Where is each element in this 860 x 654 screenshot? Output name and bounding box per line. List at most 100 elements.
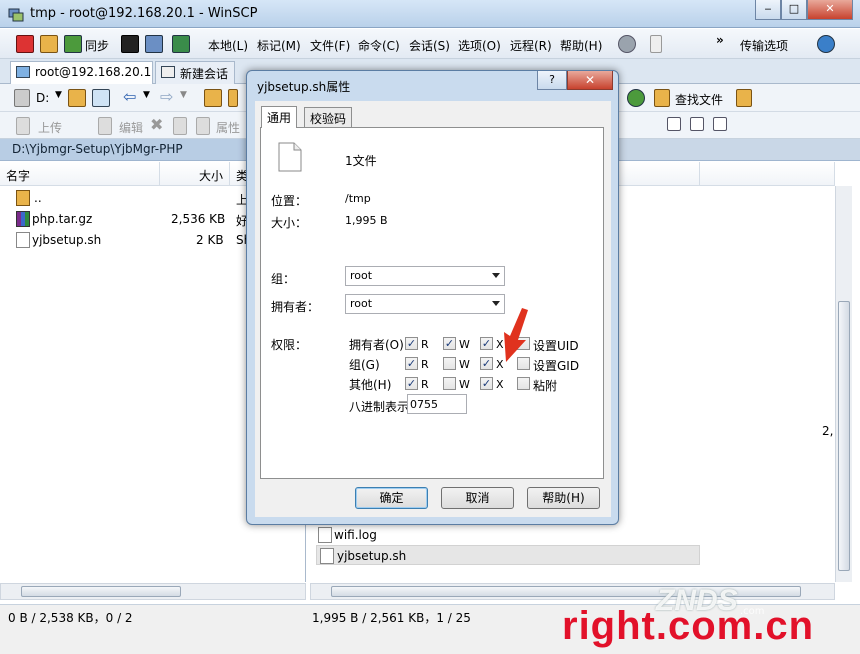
minimize-button[interactable]: ‒ [755,0,781,20]
perm-others-x-checkbox[interactable]: ✓ [480,377,493,390]
menu-options[interactable]: 选项(O) [458,37,501,54]
gear-icon[interactable] [618,35,636,53]
dialog-help-button[interactable]: ? [537,71,567,90]
tab-general[interactable]: 通用 [261,106,298,128]
upload-icon [16,117,30,135]
filter-icon[interactable] [92,89,110,107]
list-item[interactable]: wifi.log [318,525,698,545]
file-name: wifi.log [334,528,377,542]
find-files-icon [654,89,670,107]
group-label: 组： [271,272,296,286]
separator [271,324,593,325]
menu-toolbar: 同步 本地(L) 标记(M) 文件(F) 命令(C) 会话(S) 选项(O) 远… [0,29,860,59]
terminal-icon[interactable] [121,35,139,53]
perm-others-r-label: R [421,378,429,391]
filter-select-icon[interactable] [713,117,727,131]
octal-input[interactable]: 0755 [407,394,467,414]
toolbar-overflow[interactable]: » [716,33,724,47]
plus-icon[interactable] [667,117,681,131]
root-dir-icon[interactable] [228,89,238,107]
tab-new-session-label: 新建会话 [180,67,229,81]
tab-session[interactable]: root@192.168.20.1 [10,61,153,84]
dialog-close-button[interactable]: ✕ [567,71,613,90]
file-count: 1文件 [345,154,377,168]
owner-select[interactable]: root [345,294,505,314]
octal-label: 八进制表示 [349,400,410,414]
edit-icon [98,117,112,135]
open-folder-icon[interactable] [68,89,86,107]
list-item-selected[interactable]: yjbsetup.sh [316,545,700,565]
ok-button[interactable]: 确定 [355,487,428,509]
menu-files[interactable]: 文件(F) [310,37,350,54]
close-button[interactable]: ✕ [807,0,853,20]
forward-dropdown-icon[interactable]: ▼ [180,90,187,100]
remote-vscrollbar[interactable] [835,186,852,582]
sync-browse-icon[interactable] [40,35,58,53]
file-name: php.tar.gz [32,212,93,226]
clipboard-icon[interactable] [650,35,662,53]
find-files-button[interactable]: 查找文件 [675,91,723,108]
perm-group-x-checkbox[interactable]: ✓ [480,357,493,370]
back-dropdown-icon[interactable]: ▼ [143,90,150,100]
menu-local[interactable]: 本地(L) [208,37,248,54]
perm-owner-w-checkbox[interactable]: ✓ [443,337,456,350]
group-select[interactable]: root [345,266,505,286]
menu-help[interactable]: 帮助(H) [560,37,602,54]
queue-icon[interactable] [172,35,190,53]
putty-icon[interactable] [145,35,163,53]
forward-icon[interactable]: ⇨ [160,87,173,106]
minus-icon[interactable] [690,117,704,131]
drive-dropdown-icon[interactable]: ▼ [55,90,62,100]
perm-others-x-label: X [496,378,504,391]
parent-dir-icon[interactable] [204,89,222,107]
remote-vscroll-thumb[interactable] [838,301,850,571]
column-size[interactable]: 大小 [160,162,230,186]
perm-others-r-checkbox[interactable]: ✓ [405,377,418,390]
local-hscroll-thumb[interactable] [21,586,181,597]
rename-icon[interactable] [173,117,187,135]
owner-label: 拥有者： [271,300,320,314]
local-hscrollbar[interactable] [0,583,306,600]
tab-checksum[interactable]: 校验码 [304,107,353,127]
refresh-icon[interactable] [627,89,645,107]
transfer-options-dropdown[interactable]: 传输选项 [740,37,788,54]
help-button[interactable]: 帮助(H) [527,487,600,509]
file-name: yjbsetup.sh [32,233,102,247]
properties-button[interactable]: 属性 [216,119,240,136]
globe-icon[interactable] [817,35,835,53]
perm-sticky-label: 粘附 [533,379,558,393]
delete-icon[interactable]: ✖ [150,115,163,134]
perm-sticky-checkbox[interactable] [517,377,530,390]
drive-select[interactable]: D: [36,91,49,105]
menu-session[interactable]: 会话(S) [409,37,450,54]
column-name[interactable]: 名字 [0,162,160,186]
menu-remote[interactable]: 远程(R) [510,37,552,54]
size-value: 1,995 B [345,214,388,227]
remote-hscrollbar[interactable] [310,583,835,600]
perm-others-w-checkbox[interactable] [443,377,456,390]
perm-group-w-checkbox[interactable] [443,357,456,370]
remote-column-size[interactable] [700,162,835,186]
compare-icon[interactable] [16,35,34,53]
perm-group-r-label: R [421,358,429,371]
maximize-button[interactable]: □ [781,0,807,20]
menu-mark[interactable]: 标记(M) [257,37,301,54]
tree-icon[interactable] [736,89,752,107]
remote-size-edge: 2, [822,424,834,438]
properties-icon [196,117,210,135]
menu-commands[interactable]: 命令(C) [358,37,400,54]
cancel-button[interactable]: 取消 [441,487,514,509]
perm-setgid-label: 设置GID [533,359,580,373]
status-remote: 1,995 B / 2,561 KB，1 / 25 [312,611,471,625]
back-icon[interactable]: ⇦ [123,87,136,106]
edit-button[interactable]: 编辑 [119,119,143,136]
winscp-icon [8,8,24,22]
perm-group-r-checkbox[interactable]: ✓ [405,357,418,370]
perm-owner-r-checkbox[interactable]: ✓ [405,337,418,350]
upload-button[interactable]: 上传 [38,119,62,136]
file-size: 2,536 KB [171,212,226,226]
sync-icon[interactable] [64,35,82,53]
tab-new-session[interactable]: 新建会话 [155,61,235,84]
sync-button[interactable]: 同步 [85,37,109,54]
perm-owner-x-checkbox[interactable]: ✓ [480,337,493,350]
